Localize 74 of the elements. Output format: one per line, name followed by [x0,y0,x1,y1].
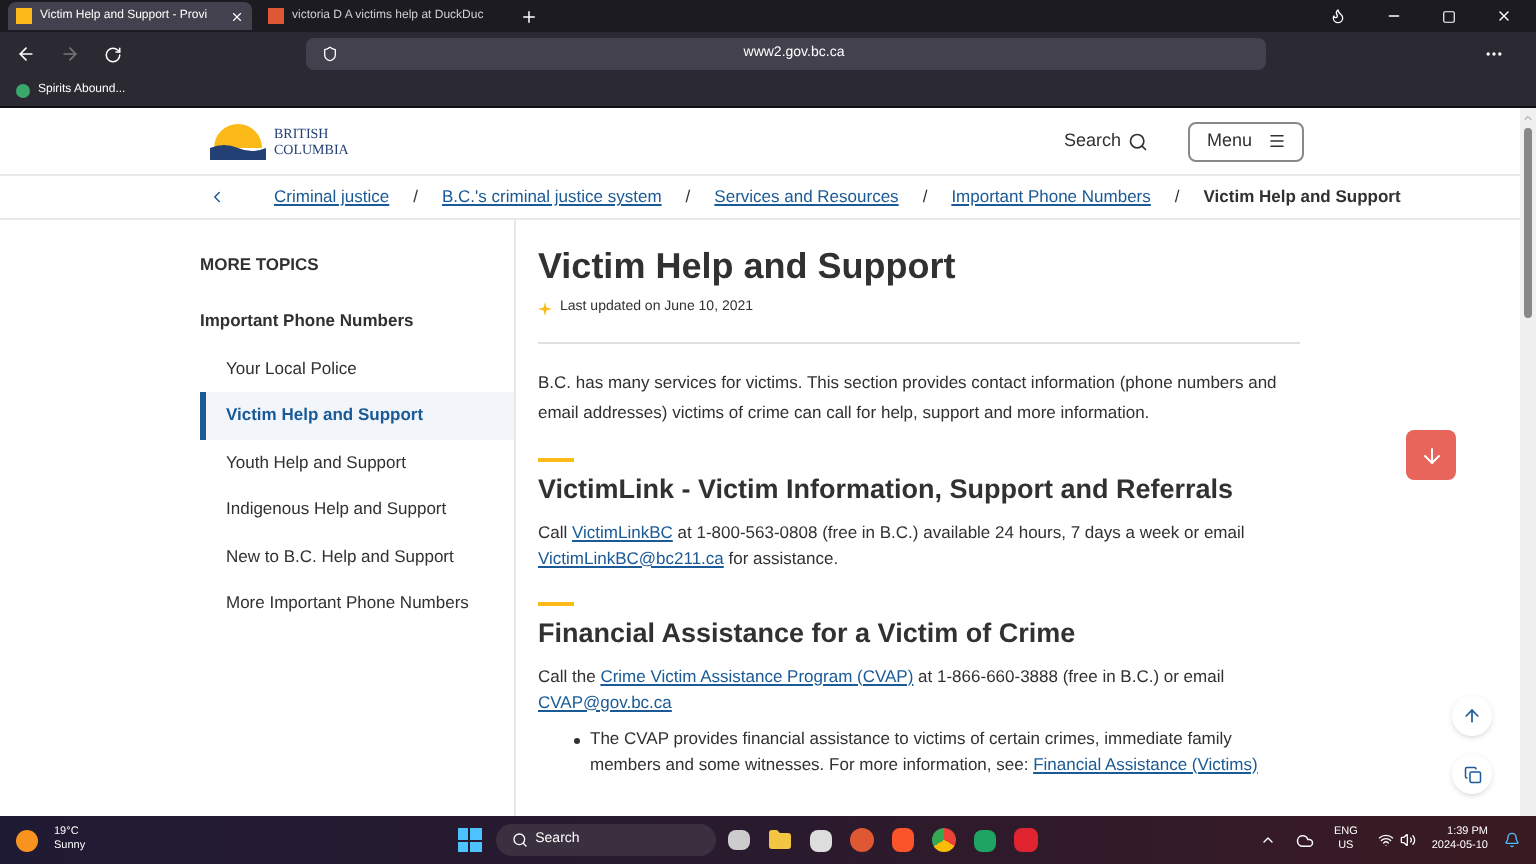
favicon-icon [16,8,32,24]
favicon-icon [268,8,284,24]
intro-paragraph: B.C. has many services for victims. This section provides contact information (phone numbers and email addresses) victims of crime can call for help, support and more information. [538,369,1279,426]
sunrise-logo-icon [210,123,266,159]
back-icon[interactable] [16,44,36,64]
breadcrumb-link[interactable]: Services and Resources [714,184,899,210]
bullet-text: The CVAP provides financial assistance to victims of certain crimes, immediate family members and some witnesses. For more information, see: Financial Assistance (Victims) [590,725,1260,777]
breadcrumb-separator: / [1174,184,1180,210]
sidebar-parent-link[interactable]: Important Phone Numbers [200,307,514,333]
leaf-icon [16,84,30,98]
restore-icon[interactable] [1442,9,1456,23]
task-view-icon[interactable] [727,830,750,850]
accent-bar [538,457,574,461]
body-paragraph: Call the Crime Victim Assistance Program (CVAP) at 1-866-660-3888 (free in B.C.) or email CVAP@gov.bc.ca [538,663,1227,715]
breadcrumb-separator: / [685,184,691,210]
breadcrumb-link[interactable]: Criminal justice [274,184,390,210]
folder-icon[interactable] [767,828,792,852]
breadcrumb-current: Victim Help and Support [1203,184,1401,210]
bullet-icon [574,737,580,743]
copy-button[interactable] [1452,754,1492,794]
search-button[interactable]: Search [1063,127,1149,155]
back-to-top-button[interactable] [1452,696,1492,736]
section-heading: Financial Assistance for a Victim of Crime [538,615,1078,651]
floating-app-button[interactable] [1406,430,1456,480]
flame-icon[interactable] [1330,8,1346,24]
wifi-icon[interactable] [1377,832,1394,848]
forward-icon[interactable] [60,44,80,64]
menu-icon [1268,132,1286,150]
section-heading: VictimLink - Victim Information, Support and Referrals [538,471,1236,507]
text-link[interactable]: VictimLinkBC@bc211.ca [538,547,724,567]
back-chevron-icon[interactable] [208,188,226,206]
search-icon [1128,131,1149,151]
chevron-up-icon[interactable] [1259,832,1276,848]
text-link[interactable]: Crime Victim Assistance Program (CVAP) [600,665,914,685]
new-tab-icon[interactable] [520,7,538,25]
body-paragraph: Call VictimLinkBC at 1-800-563-0808 (free in B.C.) available 24 hours, 7 days a week or email VictimLinkBC@bc211.ca for assistance. [538,519,1247,571]
sparkle-icon [538,301,552,316]
text-link[interactable]: Financial Assistance (Victims) [1033,753,1258,773]
text-link[interactable]: VictimLinkBC [572,521,673,541]
sun-icon [16,829,38,851]
scrollbar[interactable] [1520,108,1536,816]
page-title: Victim Help and Support [538,244,958,288]
search-icon [511,832,528,848]
store-icon[interactable] [809,829,832,851]
sidebar-item[interactable]: Victim Help and Support [200,392,514,439]
play-app-icon[interactable] [973,829,996,851]
breadcrumb-separator: / [922,184,928,210]
lion-app-icon[interactable] [891,828,914,852]
notification-icon[interactable] [1504,832,1520,848]
copy-icon [1463,765,1481,783]
close-icon[interactable] [1496,8,1512,24]
duck-app-icon[interactable] [849,828,874,852]
accent-bar [538,601,574,605]
volume-icon[interactable] [1399,832,1416,848]
close-icon[interactable] [230,9,244,23]
sidebar-heading: MORE TOPICS [200,252,321,278]
sidebar-item[interactable]: Indigenous Help and Support [200,486,514,533]
sidebar-item[interactable]: More Important Phone Numbers [200,580,514,627]
shortcut-app-icon[interactable] [1013,828,1038,852]
sidebar-item[interactable]: New to B.C. Help and Support [200,533,514,580]
breadcrumb-link[interactable]: Important Phone Numbers [951,184,1151,210]
sidebar-item[interactable]: Youth Help and Support [200,439,514,486]
chrome-app-icon[interactable] [931,828,956,852]
breadcrumb-link[interactable]: B.C.'s criminal justice system [442,184,662,210]
shield-icon [322,46,338,62]
sidebar-item[interactable]: Your Local Police [200,345,514,392]
down-arrow-icon [1419,443,1443,467]
cloud-icon[interactable] [1295,831,1314,849]
start-icon[interactable] [457,828,482,852]
menu-button[interactable]: Menu [1188,121,1304,161]
up-arrow-icon [1462,706,1482,726]
breadcrumb-separator: / [413,184,418,210]
text-link[interactable]: CVAP@gov.bc.ca [538,691,672,711]
reload-icon[interactable] [104,45,122,63]
